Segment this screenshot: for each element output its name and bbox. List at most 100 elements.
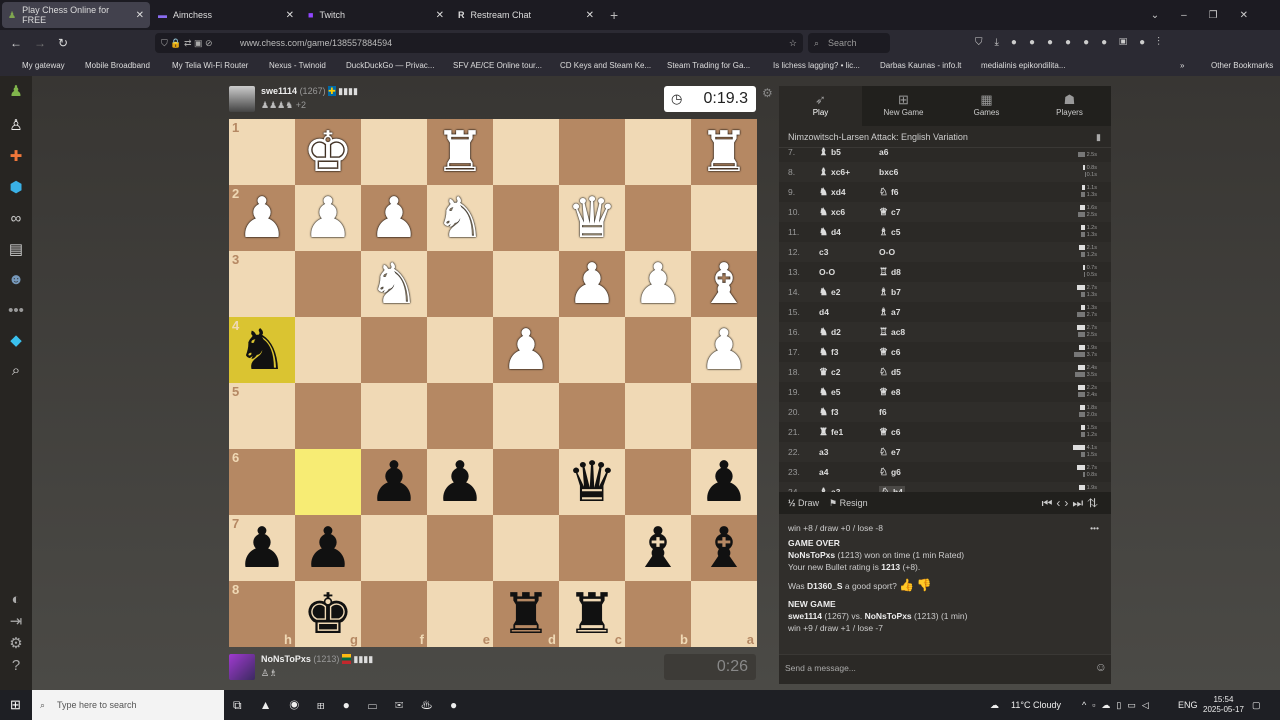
black-pawn-piece[interactable]: ♟	[303, 520, 353, 576]
square-c1[interactable]	[559, 119, 625, 185]
square-g1[interactable]: ♚	[295, 119, 361, 185]
window-controls[interactable]: ⌄–❐✕	[1151, 10, 1270, 21]
black-pawn-piece[interactable]: ♟	[369, 454, 419, 510]
square-f1[interactable]	[361, 119, 427, 185]
white-move[interactable]: ♜ fe1	[817, 427, 879, 438]
square-a2[interactable]	[691, 185, 757, 251]
square-a7[interactable]: ♝	[691, 515, 757, 581]
tab-twitch[interactable]: ■ Twitch ✕	[302, 2, 450, 28]
bookmark[interactable]: Steam Trading for Ga...	[667, 61, 750, 70]
black-move[interactable]: ♖ ac8	[879, 327, 939, 338]
black-rook-piece[interactable]: ♜	[567, 586, 617, 642]
hand-piece-icon[interactable]: ♙	[6, 116, 26, 136]
black-move[interactable]: ♕ c6	[879, 347, 939, 358]
tab-restream[interactable]: R Restream Chat ✕	[452, 2, 600, 28]
square-b3[interactable]: ♟	[625, 251, 691, 317]
more-options-icon[interactable]: •••	[1090, 522, 1099, 534]
white-move[interactable]: ♞ f3	[817, 347, 879, 358]
bookmark[interactable]: My Telia Wi-Fi Router	[172, 61, 248, 70]
square-e6[interactable]: ♟	[427, 449, 493, 515]
bookmark[interactable]: My gateway	[22, 61, 65, 70]
learn-cap-icon[interactable]: ⬢	[6, 178, 26, 198]
square-f8[interactable]: f	[361, 581, 427, 647]
black-king-piece[interactable]: ♚	[303, 586, 353, 642]
more-bookmarks-icon[interactable]: »	[1180, 61, 1184, 70]
square-e1[interactable]: ♜	[427, 119, 493, 185]
pinned-apps[interactable]: ⧉▲◉⊞●▭✉♨●	[233, 698, 475, 713]
square-f5[interactable]	[361, 383, 427, 449]
thumbs-down-icon[interactable]: 👎	[917, 578, 932, 592]
white-move[interactable]: ♝ a3	[817, 487, 879, 493]
close-icon[interactable]: ✕	[586, 10, 594, 21]
language[interactable]: ENG	[1178, 700, 1198, 710]
square-d5[interactable]	[493, 383, 559, 449]
bookmark-star-icon[interactable]: ☆	[789, 38, 797, 49]
tab-chess[interactable]: ♟ Play Chess Online for FREE ✕	[2, 2, 150, 28]
white-move[interactable]: ♞ xd4	[817, 187, 879, 198]
opening-text[interactable]: Nimzowitsch-Larsen Attack: English Varia…	[788, 132, 968, 142]
square-e3[interactable]	[427, 251, 493, 317]
more-icon[interactable]: •••	[6, 301, 26, 321]
square-f3[interactable]: ♞	[361, 251, 427, 317]
bookmark[interactable]: medialinis epikondilita...	[981, 61, 1066, 70]
black-bishop-piece[interactable]: ♝	[633, 520, 683, 576]
square-g6[interactable]	[295, 449, 361, 515]
emoji-icon[interactable]: ☺	[1095, 660, 1107, 674]
bookmark[interactable]: CD Keys and Steam Ke...	[560, 61, 651, 70]
white-move[interactable]: ♞ e5	[817, 387, 879, 398]
square-c3[interactable]: ♟	[559, 251, 625, 317]
tab-play[interactable]: ➶ Play	[779, 86, 862, 126]
square-f4[interactable]	[361, 317, 427, 383]
move-list[interactable]: 7. ♝ b5 a6 2.5s 8. ♝ xc6+ bxc6 0.8s 0.1s 9. …	[779, 142, 1111, 492]
white-move[interactable]: ♝ xc6+	[817, 167, 879, 178]
square-h4[interactable]: 4 ♞	[229, 317, 295, 383]
black-move[interactable]: f6	[879, 407, 939, 417]
windows-start-icon[interactable]: ⊞	[10, 697, 21, 713]
square-h5[interactable]: 5	[229, 383, 295, 449]
white-bishop-piece[interactable]: ♝	[699, 256, 749, 312]
white-knight-piece[interactable]: ♞	[369, 256, 419, 312]
square-b8[interactable]: b	[625, 581, 691, 647]
square-g7[interactable]: ♟	[295, 515, 361, 581]
black-move[interactable]: ♗ a7	[879, 307, 939, 318]
square-b7[interactable]: ♝	[625, 515, 691, 581]
square-c5[interactable]	[559, 383, 625, 449]
chat-input[interactable]: Send a message... ☺	[779, 654, 1111, 679]
square-f7[interactable]	[361, 515, 427, 581]
binoculars-icon[interactable]: ∞	[6, 209, 26, 229]
white-move[interactable]: c3	[817, 247, 879, 257]
tab-players[interactable]: ☗ Players	[1028, 86, 1111, 126]
white-move[interactable]: a3	[817, 447, 879, 457]
tab-aimchess[interactable]: ▬ Aimchess ✕	[152, 2, 300, 28]
square-d6[interactable]	[493, 449, 559, 515]
help-icon[interactable]: ?	[6, 656, 26, 676]
black-move[interactable]: ♘ e7	[879, 447, 939, 458]
search-icon[interactable]: ⌕	[6, 361, 26, 381]
black-move[interactable]: ♘ h4	[879, 485, 939, 492]
square-e8[interactable]: e	[427, 581, 493, 647]
black-move[interactable]: ♗ b7	[879, 287, 939, 298]
logout-icon[interactable]: ⇥	[6, 612, 26, 632]
square-h6[interactable]: 6	[229, 449, 295, 515]
close-icon[interactable]: ✕	[436, 10, 444, 21]
reload-icon[interactable]: ↻	[58, 36, 68, 50]
url-bar[interactable]: ⛉ 🔒 ⇄ ▣ ⊘ www.chess.com/game/138557884594…	[155, 33, 803, 53]
black-move[interactable]: ♗ c5	[879, 227, 939, 238]
square-d4[interactable]: ♟	[493, 317, 559, 383]
square-g3[interactable]	[295, 251, 361, 317]
square-c8[interactable]: c ♜	[559, 581, 625, 647]
close-icon[interactable]: ✕	[136, 10, 144, 21]
other-bookmarks[interactable]: Other Bookmarks	[1211, 61, 1273, 70]
thumbs-up-icon[interactable]: 👍	[899, 578, 914, 592]
extension-icons[interactable]: ⛉⤓●●●●●●▣●⋮	[975, 37, 1172, 48]
square-e2[interactable]: ♞	[427, 185, 493, 251]
settings-gear-icon[interactable]: ⚙	[762, 86, 773, 100]
friends-icon[interactable]: ☻	[6, 270, 26, 290]
square-d3[interactable]	[493, 251, 559, 317]
news-icon[interactable]: ▤	[6, 240, 26, 260]
square-f2[interactable]: ♟	[361, 185, 427, 251]
square-h7[interactable]: 7 ♟	[229, 515, 295, 581]
square-d7[interactable]	[493, 515, 559, 581]
resign-button[interactable]: ⚑ Resign	[829, 498, 868, 509]
white-pawn-piece[interactable]: ♟	[237, 190, 287, 246]
